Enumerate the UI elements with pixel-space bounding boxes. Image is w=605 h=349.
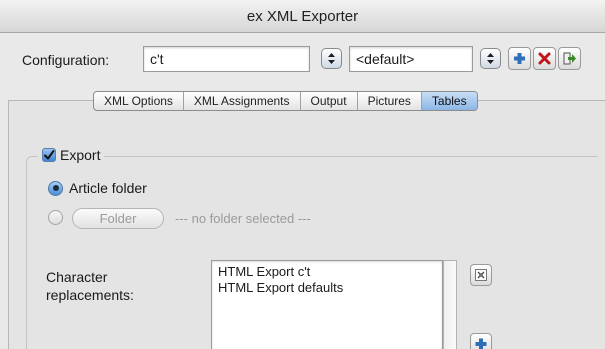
tab-xml-options[interactable]: XML Options <box>94 92 184 110</box>
tab-xml-assignments[interactable]: XML Assignments <box>184 92 301 110</box>
radio-article-folder-row[interactable]: Article folder <box>48 180 147 196</box>
list-item[interactable]: HTML Export c't <box>218 264 436 280</box>
character-replacements-label-line1: Character <box>46 269 108 285</box>
replacements-scrollbar[interactable] <box>443 260 457 349</box>
export-checkbox[interactable] <box>42 148 56 162</box>
stepper-icon <box>487 53 494 64</box>
delete-config-button[interactable] <box>533 47 556 70</box>
add-config-button[interactable] <box>508 47 531 70</box>
default-stepper[interactable] <box>480 48 501 69</box>
configuration-label: Configuration: <box>22 52 110 68</box>
add-icon <box>475 338 487 349</box>
character-replacements-label-line2: replacements: <box>46 287 134 303</box>
add-icon <box>514 53 525 64</box>
tab-output[interactable]: Output <box>301 92 358 110</box>
radio-folder-row[interactable] <box>48 210 63 225</box>
configuration-stepper[interactable] <box>321 48 342 69</box>
tab-bar: XML Options XML Assignments Output Pictu… <box>93 91 478 111</box>
list-item[interactable]: HTML Export defaults <box>218 280 436 296</box>
export-label: Export <box>60 147 101 163</box>
radio-folder[interactable] <box>48 210 63 225</box>
replacements-list[interactable]: HTML Export c't HTML Export defaults <box>211 260 443 349</box>
window-titlebar: ex XML Exporter <box>0 0 605 33</box>
stepper-icon <box>328 53 335 64</box>
radio-article-folder[interactable] <box>48 180 63 196</box>
character-replacements-label: Character replacements: <box>46 268 134 304</box>
default-select-field[interactable]: <default> <box>349 46 473 72</box>
edit-replacements-button[interactable] <box>470 264 492 286</box>
add-replacement-button[interactable] <box>470 333 492 349</box>
radio-article-folder-label: Article folder <box>69 180 147 196</box>
configuration-field[interactable]: c't <box>143 46 310 72</box>
delete-icon <box>538 52 551 65</box>
export-config-button[interactable] <box>558 47 581 70</box>
no-folder-text: --- no folder selected --- <box>175 211 311 226</box>
edit-replacement-icon <box>475 269 487 281</box>
folder-button[interactable]: Folder <box>72 208 164 229</box>
export-config-icon <box>563 52 576 65</box>
window-title: ex XML Exporter <box>246 8 359 25</box>
tab-tables[interactable]: Tables <box>421 92 477 110</box>
checkmark-icon <box>44 150 55 160</box>
tab-pictures[interactable]: Pictures <box>358 92 422 110</box>
export-group-legend: Export <box>38 147 105 163</box>
